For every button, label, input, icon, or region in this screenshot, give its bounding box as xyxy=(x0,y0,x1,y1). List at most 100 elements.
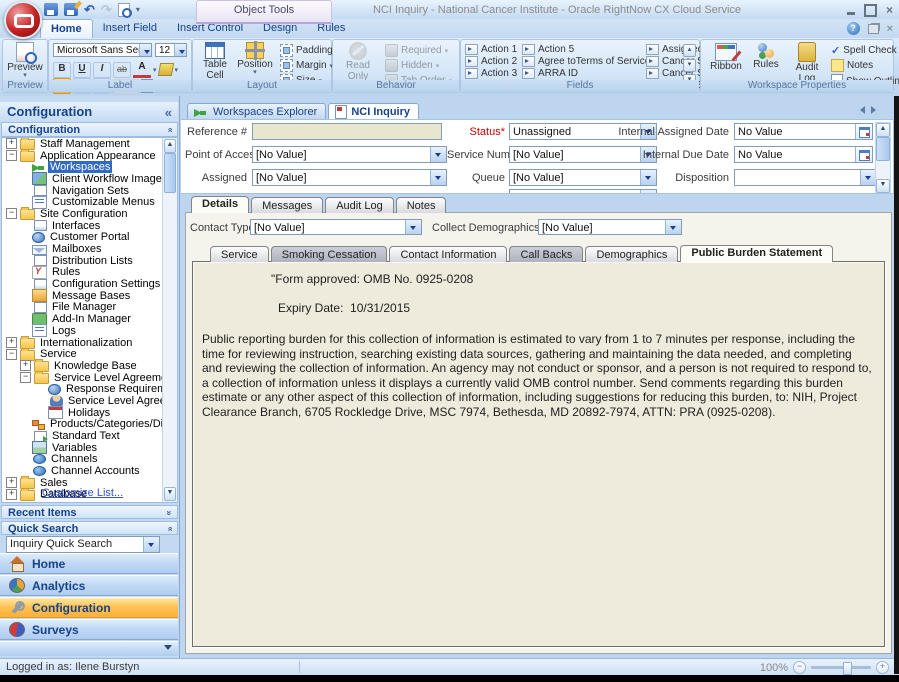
collect-demographics-select[interactable]: [No Value] xyxy=(538,219,682,235)
expand-icon[interactable] xyxy=(6,138,17,149)
zoom-slider[interactable] xyxy=(811,666,871,669)
field-button[interactable]: Agree toTerms of Service xyxy=(522,56,650,67)
field-button[interactable]: Action 2 xyxy=(465,56,517,67)
fields-scroll-down-icon[interactable]: ▾ xyxy=(683,59,696,72)
tree-item-file-manager[interactable]: File Manager xyxy=(2,302,177,314)
tree-item-site-configuration[interactable]: Site Configuration xyxy=(2,208,177,220)
scroll-down-icon[interactable]: ▼ xyxy=(876,179,890,193)
point-of-access-select[interactable]: [No Value] xyxy=(252,146,447,163)
tree-item-response-requirements[interactable]: Response Requirements xyxy=(2,383,177,395)
bold-button[interactable]: B xyxy=(53,62,71,78)
nav-button-surveys[interactable]: Surveys xyxy=(0,619,178,640)
padding-button[interactable]: Padding▾ xyxy=(280,44,339,57)
rules-button[interactable]: Rules xyxy=(747,43,785,70)
collapse-icon[interactable] xyxy=(6,349,17,360)
tab-smoking-cessation[interactable]: Smoking Cessation xyxy=(271,246,388,262)
calendar-icon[interactable] xyxy=(855,124,872,139)
contact-type-select[interactable]: [No Value] xyxy=(250,219,422,235)
tree-item-mailboxes[interactable]: Mailboxes xyxy=(2,243,177,255)
calendar-icon[interactable] xyxy=(855,147,872,162)
collapse-sidebar-icon[interactable]: « xyxy=(165,105,172,120)
scroll-up-icon[interactable]: ▲ xyxy=(876,123,890,137)
chevron-left-icon[interactable] xyxy=(860,106,865,114)
internal-due-date-input[interactable]: No Value xyxy=(734,146,873,163)
help-icon[interactable]: ? xyxy=(847,22,860,35)
nav-overflow-strip[interactable] xyxy=(0,641,178,656)
tree-item-configuration-settings[interactable]: Configuration Settings xyxy=(2,278,177,290)
tab-home[interactable]: Home xyxy=(40,19,93,38)
preview-quick-icon[interactable] xyxy=(118,3,130,17)
zoom-in-icon[interactable]: + xyxy=(876,661,889,674)
recent-items-header[interactable]: Recent Items» xyxy=(1,505,178,519)
tree-item-internationalization[interactable]: Internationalization xyxy=(2,337,177,349)
quick-access-dropdown-icon[interactable]: ▾ xyxy=(136,5,140,14)
underline-button[interactable]: U xyxy=(73,62,91,78)
field-button[interactable]: Action 1 xyxy=(465,44,517,55)
tree-item-channels[interactable]: Channels xyxy=(2,454,177,466)
tab-call-backs[interactable]: Call Backs xyxy=(509,246,583,262)
save-icon[interactable] xyxy=(44,3,58,16)
tab-nci-inquiry[interactable]: NCI Inquiry xyxy=(328,103,419,119)
tree-item-variables[interactable]: Variables xyxy=(2,442,177,454)
audit-log-button[interactable]: Audit Log xyxy=(787,42,827,84)
minimize-button[interactable] xyxy=(847,12,855,15)
undo-icon[interactable]: ↶ xyxy=(84,3,95,16)
quick-search-header[interactable]: Quick Search» xyxy=(1,521,178,535)
expand-icon[interactable] xyxy=(20,360,31,371)
collapse-icon[interactable] xyxy=(20,372,31,383)
collapse-icon[interactable] xyxy=(6,208,17,219)
tree-item-staff-management[interactable]: Staff Management xyxy=(2,138,177,150)
font-size-select[interactable]: 12 xyxy=(155,43,187,57)
nav-button-analytics[interactable]: Analytics xyxy=(0,575,178,596)
chevron-down-icon[interactable]: ▾ xyxy=(175,66,179,74)
assigned-select[interactable]: [No Value] xyxy=(252,169,447,186)
reference-input[interactable] xyxy=(252,123,442,140)
scroll-up-icon[interactable]: ▲ xyxy=(164,139,176,153)
tab-insert-field[interactable]: Insert Field xyxy=(93,19,167,38)
collapse-icon[interactable] xyxy=(6,150,17,161)
chevron-up-icon[interactable]: » xyxy=(164,526,174,531)
tree-item-client-workflow-images[interactable]: Client Workflow Images xyxy=(2,173,177,185)
save-as-icon[interactable] xyxy=(64,3,78,16)
tree-item-holidays[interactable]: Holidays xyxy=(2,407,177,419)
form-scrollbar[interactable]: ▲ ▼ xyxy=(875,122,891,194)
position-button[interactable]: Position▾ xyxy=(236,42,274,76)
close-document-icon[interactable]: × xyxy=(887,23,893,35)
spell-check-button[interactable]: ✓Spell Check▾ xyxy=(831,44,899,57)
tree-item-standard-text[interactable]: Standard Text xyxy=(2,430,177,442)
notes-button[interactable]: Notes xyxy=(831,59,873,72)
tab-notes[interactable]: Notes xyxy=(396,197,447,213)
tree-item-service-level-agreements-leaf[interactable]: Service Level Agreements xyxy=(2,395,177,407)
tab-audit-log[interactable]: Audit Log xyxy=(325,197,393,213)
close-button[interactable]: × xyxy=(886,3,893,17)
field-button[interactable]: Action 3 xyxy=(465,68,517,79)
chevron-down-icon[interactable]: ▾ xyxy=(153,66,157,74)
scroll-down-icon[interactable]: ▼ xyxy=(164,487,176,501)
language-select[interactable]: [No Value] xyxy=(509,189,657,194)
restore-window-icon[interactable] xyxy=(868,24,879,34)
nav-button-home[interactable]: Home xyxy=(0,553,178,574)
tree-item-distribution-lists[interactable]: Distribution Lists xyxy=(2,255,177,267)
fill-color-icon[interactable] xyxy=(157,63,173,76)
zoom-slider-thumb[interactable] xyxy=(843,662,852,675)
scrollbar-thumb[interactable] xyxy=(876,137,890,161)
tab-demographics[interactable]: Demographics xyxy=(585,246,678,262)
tree-item-customizable-menus[interactable]: Customizable Menus xyxy=(2,196,177,208)
tree-item-message-bases[interactable]: Message Bases xyxy=(2,290,177,302)
tab-messages[interactable]: Messages xyxy=(251,197,323,213)
field-button[interactable]: ARRA ID xyxy=(522,68,650,79)
italic-button[interactable]: I xyxy=(93,62,111,78)
field-button[interactable]: Action 5 xyxy=(522,44,650,55)
tree-item-channel-accounts[interactable]: Channel Accounts xyxy=(2,465,177,477)
tree-item-knowledge-base[interactable]: Knowledge Base xyxy=(2,360,177,372)
nav-button-configuration[interactable]: Configuration xyxy=(0,597,178,618)
tree-item-products-categories-dispositions[interactable]: Products/Categories/Dispositions xyxy=(2,419,177,431)
tree-item-add-in-manager[interactable]: Add-In Manager xyxy=(2,313,177,325)
chevron-down-icon[interactable]: » xyxy=(164,510,174,515)
tree-item-service[interactable]: Service xyxy=(2,348,177,360)
tree-item-service-level-agreements[interactable]: Service Level Agreements xyxy=(2,372,177,384)
tab-details[interactable]: Details xyxy=(191,196,249,213)
tree-item-rules[interactable]: Rules xyxy=(2,267,177,279)
font-name-select[interactable]: Microsoft Sans Ser xyxy=(53,43,152,57)
tab-workspaces-explorer[interactable]: Workspaces Explorer xyxy=(187,103,326,119)
